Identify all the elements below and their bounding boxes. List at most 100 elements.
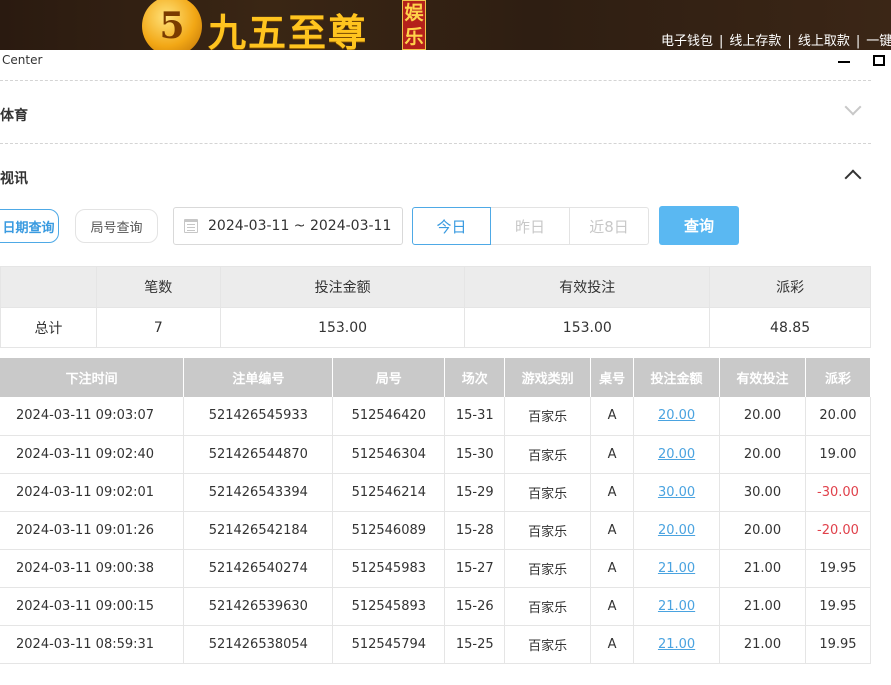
round-id: 512546420 xyxy=(332,397,446,436)
header-valid-bet: 有效投注 xyxy=(719,358,806,397)
valid-bet: 20.00 xyxy=(719,397,806,436)
summary-valid-bet: 153.00 xyxy=(464,307,711,348)
link-separator: | xyxy=(787,34,792,49)
summary-total-row: 总计 7 153.00 153.00 48.85 xyxy=(0,307,871,348)
query-button[interactable]: 查询 xyxy=(659,206,739,245)
bet-amount-cell: 21.00 xyxy=(633,549,721,588)
round-query-button[interactable]: 局号查询 xyxy=(75,209,158,243)
bet-time: 2024-03-11 09:00:38 xyxy=(0,549,185,588)
session: 15-27 xyxy=(444,549,506,588)
session: 15-25 xyxy=(444,625,506,664)
header-bet-amount: 投注金额 xyxy=(633,358,721,397)
table-row: 2024-03-11 09:03:07 521426545933 512546420… xyxy=(0,397,872,436)
round-id: 512545893 xyxy=(332,587,446,626)
valid-bet: 21.00 xyxy=(719,625,806,664)
link-e-wallet[interactable]: 电子钱包 xyxy=(661,30,713,49)
logo-text: 九五至尊 xyxy=(208,10,369,50)
date-range-value: 2024-03-11 ~ 2024-03-11 xyxy=(208,218,392,234)
last-8-days-button[interactable]: 近8日 xyxy=(570,207,649,245)
bet-amount-link[interactable]: 21.00 xyxy=(658,561,695,576)
table-id: A xyxy=(590,435,635,474)
logo-seal: 娱乐 xyxy=(402,0,426,50)
bet-time: 2024-03-11 09:02:40 xyxy=(0,435,185,474)
date-range-input[interactable]: 2024-03-11 ~ 2024-03-11 xyxy=(173,207,403,245)
minimize-icon[interactable] xyxy=(837,52,851,68)
link-separator: | xyxy=(719,34,724,49)
bet-time: 2024-03-11 08:59:31 xyxy=(0,625,185,664)
chevron-down-icon[interactable] xyxy=(844,98,862,116)
bet-id: 521426542184 xyxy=(183,511,334,550)
divider xyxy=(0,143,871,144)
table-id: A xyxy=(590,549,635,588)
bet-amount-cell: 20.00 xyxy=(633,511,721,550)
bet-amount-link[interactable]: 20.00 xyxy=(658,523,695,538)
section-sports-title[interactable]: 体育 xyxy=(0,105,28,125)
bet-amount-link[interactable]: 20.00 xyxy=(658,447,695,462)
logo-emblem: 5 xyxy=(142,0,202,50)
bet-detail-table: 下注时间 注单编号 局号 场次 游戏类别 桌号 投注金额 有效投注 派彩 202… xyxy=(0,358,872,664)
bet-id: 521426539630 xyxy=(183,587,334,626)
logo-glyph: 5 xyxy=(159,5,185,47)
valid-bet: 21.00 xyxy=(719,549,806,588)
session: 15-26 xyxy=(444,587,506,626)
divider xyxy=(0,80,871,81)
session: 15-30 xyxy=(444,435,506,474)
table-row: 2024-03-11 09:00:15 521426539630 512545893… xyxy=(0,587,872,626)
section-live-title[interactable]: 视讯 xyxy=(0,168,28,188)
link-one-click[interactable]: 一键 xyxy=(866,30,891,49)
table-id: A xyxy=(590,473,635,512)
summary-header-cell: 笔数 xyxy=(95,266,221,308)
header-bet-time: 下注时间 xyxy=(0,358,185,397)
payout: 19.95 xyxy=(805,587,872,626)
chevron-up-icon[interactable] xyxy=(844,169,862,187)
table-id: A xyxy=(590,587,635,626)
game-type: 百家乐 xyxy=(504,511,592,550)
valid-bet: 30.00 xyxy=(719,473,806,512)
valid-bet: 20.00 xyxy=(719,435,806,474)
header-bet-id: 注单编号 xyxy=(183,358,334,397)
round-id: 512546089 xyxy=(332,511,446,550)
summary-header-cell: 投注金额 xyxy=(219,266,466,308)
today-button[interactable]: 今日 xyxy=(412,207,491,245)
table-id: A xyxy=(590,511,635,550)
site-banner: 5 九五至尊 娱乐 电子钱包 | 线上存款 | 线上取款 | 一键 xyxy=(0,0,891,50)
bet-amount-link[interactable]: 20.00 xyxy=(658,408,695,423)
session: 15-28 xyxy=(444,511,506,550)
summary-table: 笔数 投注金额 有效投注 派彩 总计 7 153.00 153.00 48.85 xyxy=(0,266,871,348)
game-type: 百家乐 xyxy=(504,549,592,588)
bet-time: 2024-03-11 09:02:01 xyxy=(0,473,185,512)
round-id: 512546214 xyxy=(332,473,446,512)
summary-row-label: 总计 xyxy=(0,307,97,348)
bet-amount-link[interactable]: 21.00 xyxy=(658,599,695,614)
bet-amount-cell: 21.00 xyxy=(633,625,721,664)
bet-id: 521426544870 xyxy=(183,435,334,474)
date-query-button[interactable]: 日期查询 xyxy=(0,209,59,243)
bet-amount-cell: 30.00 xyxy=(633,473,721,512)
bet-id: 521426540274 xyxy=(183,549,334,588)
table-row: 2024-03-11 08:59:31 521426538054 512545794… xyxy=(0,625,872,664)
bet-time: 2024-03-11 09:03:07 xyxy=(0,397,185,436)
table-id: A xyxy=(590,625,635,664)
summary-bet-amount: 153.00 xyxy=(219,307,466,348)
payout: 19.00 xyxy=(805,435,872,474)
session: 15-29 xyxy=(444,473,506,512)
bet-amount-cell: 20.00 xyxy=(633,397,721,436)
game-type: 百家乐 xyxy=(504,397,592,436)
maximize-icon[interactable] xyxy=(873,55,885,66)
detail-body: 2024-03-11 09:03:07 521426545933 512546420… xyxy=(0,397,872,664)
game-type: 百家乐 xyxy=(504,435,592,474)
window-titlebar: Center xyxy=(0,50,891,72)
top-nav-links: 电子钱包 | 线上存款 | 线上取款 | 一键 xyxy=(661,30,891,49)
summary-header-blank xyxy=(0,266,97,308)
bet-id: 521426545933 xyxy=(183,397,334,436)
link-separator: | xyxy=(855,34,861,49)
yesterday-button[interactable]: 昨日 xyxy=(491,207,570,245)
link-online-deposit[interactable]: 线上存款 xyxy=(729,30,781,49)
link-online-withdraw[interactable]: 线上取款 xyxy=(798,30,850,49)
bet-amount-link[interactable]: 21.00 xyxy=(658,637,695,652)
header-table: 桌号 xyxy=(590,358,635,397)
round-id: 512546304 xyxy=(332,435,446,474)
summary-payout: 48.85 xyxy=(709,307,871,348)
bet-amount-link[interactable]: 30.00 xyxy=(658,485,695,500)
summary-header-cell: 派彩 xyxy=(709,266,871,308)
